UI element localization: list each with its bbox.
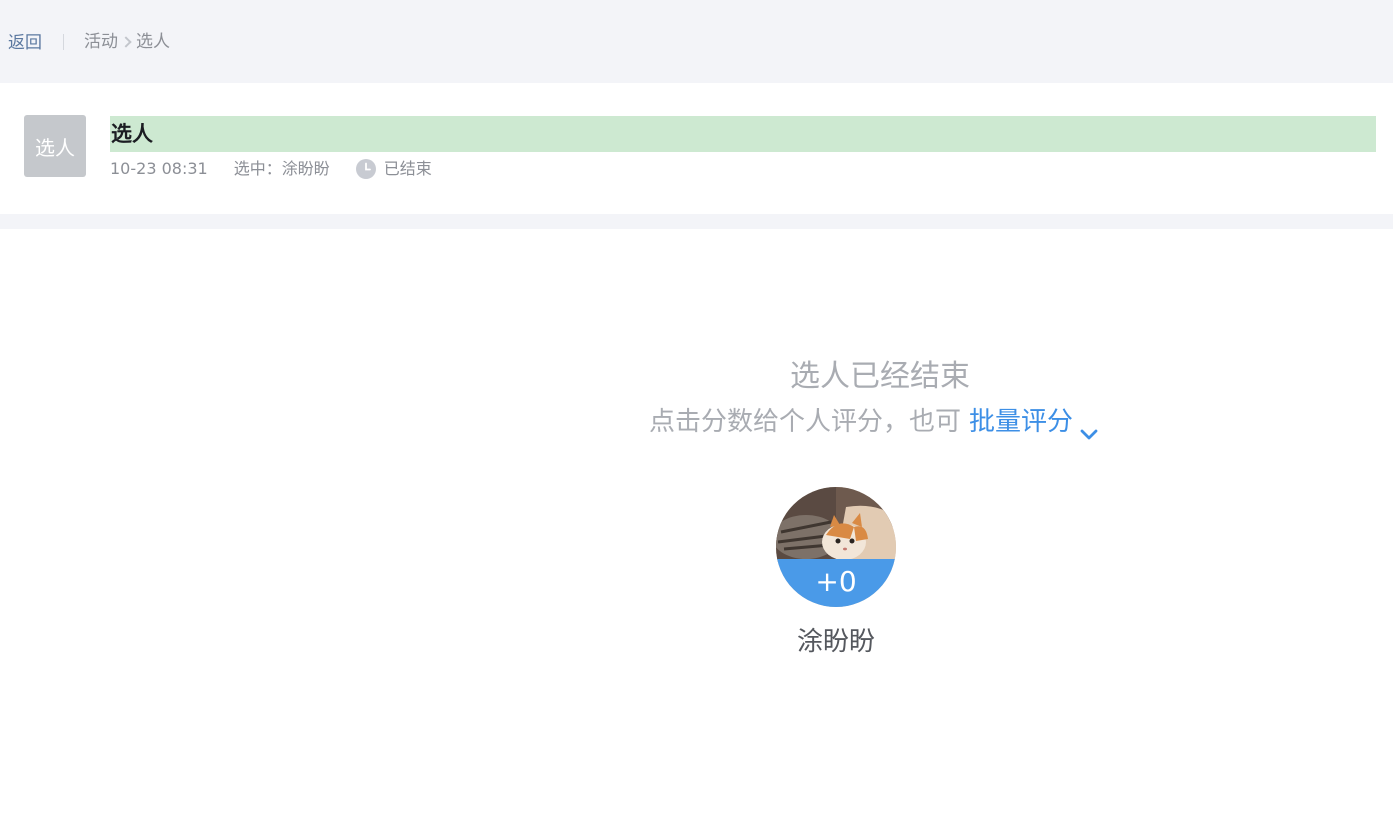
batch-score-label: 批量评分 (969, 407, 1074, 437)
section-separator (0, 214, 1393, 229)
result-hint: 点击分数给个人评分，也可 批量评分 (649, 403, 1099, 441)
activity-meta: 10-23 08:31 选中： 涂盼盼 已结束 (110, 158, 432, 180)
selected-info: 选中： 涂盼盼 (234, 158, 330, 180)
activity-time: 10-23 08:31 (110, 159, 208, 178)
activity-header: 选人 选人 10-23 08:31 选中： 涂盼盼 已结束 (0, 83, 1393, 214)
activity-status: 已结束 (383, 159, 432, 178)
chevron-down-icon (1079, 415, 1099, 440)
breadcrumb: 活动 选人 (84, 31, 170, 53)
result-hint-text: 点击分数给个人评分，也可 (649, 407, 962, 437)
selected-name: 涂盼盼 (281, 159, 330, 178)
person-name: 涂盼盼 (796, 627, 875, 657)
activity-thumbnail-label: 选人 (35, 135, 75, 160)
back-button[interactable]: 返回 (8, 32, 42, 54)
score-button[interactable]: +0 (776, 559, 896, 607)
clock-icon (355, 159, 376, 179)
result-title: 选人已经结束 (790, 359, 970, 394)
chevron-right-icon (120, 36, 132, 48)
breadcrumb-item-activities[interactable]: 活动 (84, 31, 118, 53)
selected-label: 选中： (233, 159, 282, 178)
person-avatar[interactable]: +0 (776, 487, 896, 607)
topbar-divider (63, 34, 64, 50)
batch-score-button[interactable]: 批量评分 (969, 403, 1099, 441)
top-navigation-bar: 返回 活动 选人 (0, 0, 1393, 83)
breadcrumb-item-current: 选人 (136, 32, 170, 52)
activity-title: 选人 (110, 116, 1376, 152)
activity-thumbnail: 选人 (24, 115, 86, 177)
